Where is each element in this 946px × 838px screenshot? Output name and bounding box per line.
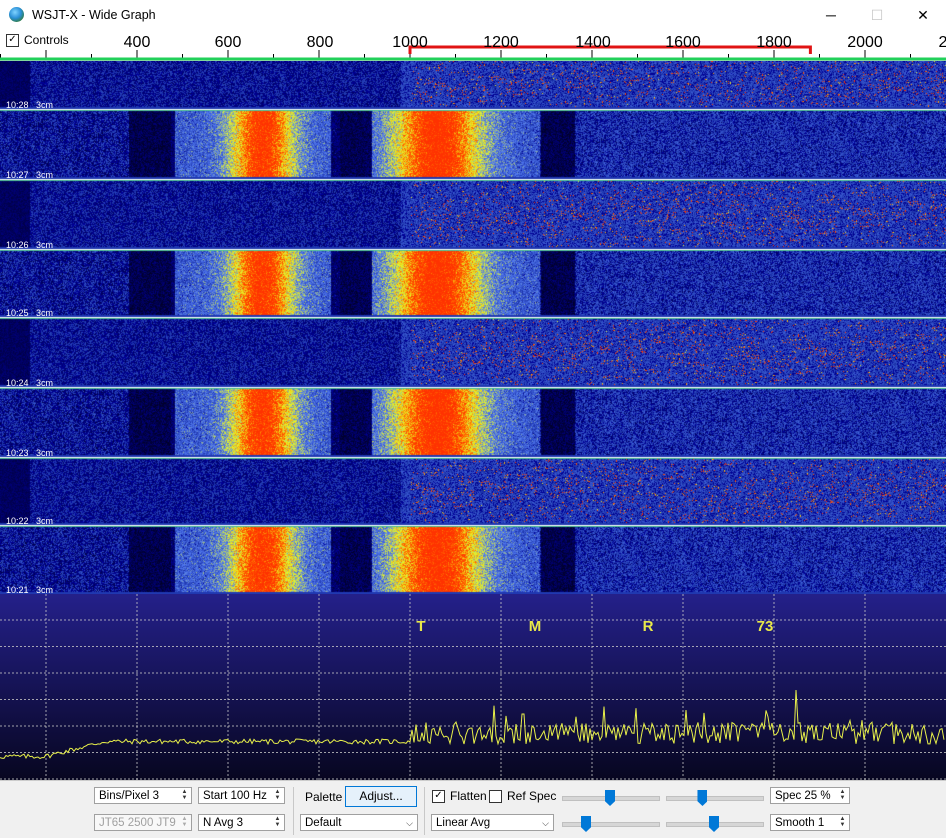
window-title: WSJT-X - Wide Graph xyxy=(32,8,156,22)
separator xyxy=(293,787,294,835)
freq-label-1000: 1000 xyxy=(392,34,428,51)
chevron-down-icon: ⌵ xyxy=(406,818,413,828)
freq-label-1600: 1600 xyxy=(665,34,701,51)
average-mode-combobox[interactable]: Linear Avg ⌵ xyxy=(431,814,554,831)
slider-handle[interactable] xyxy=(605,790,615,806)
minimize-icon: ─ xyxy=(826,7,836,23)
bins-per-pixel-spinbox[interactable]: Bins/Pixel 3 ▲ ▼ xyxy=(94,787,192,804)
spectrum-marker-label: M xyxy=(529,618,542,635)
control-panel: Bins/Pixel 3 ▲ ▼ Start 100 Hz ▲ ▼ JT65 250… xyxy=(0,780,946,838)
waterfall-time-label: 10:24 3cm xyxy=(6,378,54,388)
ref-spec-box-icon xyxy=(489,789,502,803)
spec-percent-value: Spec 25 % xyxy=(775,790,831,802)
n-avg-value: N Avg 3 xyxy=(203,817,244,829)
spectrum-marker-label: R xyxy=(643,618,654,635)
freq-label-edge: 2 xyxy=(938,34,946,51)
chevron-down-icon: ⌵ xyxy=(542,818,549,828)
spinner-arrows-icon[interactable]: ▲ ▼ xyxy=(179,789,190,802)
smooth-value: Smooth 1 xyxy=(775,817,825,829)
ref-spec-checkbox[interactable]: Ref Spec xyxy=(489,789,556,803)
spinner-arrows-icon[interactable]: ▲ ▼ xyxy=(837,816,848,829)
maximize-icon: ☐ xyxy=(870,6,884,23)
spec-percent-spinbox[interactable]: Spec 25 % ▲ ▼ xyxy=(770,787,850,804)
spinner-arrows-icon[interactable]: ▲ ▼ xyxy=(272,816,283,829)
waterfall-time-label: 10:27 3cm xyxy=(6,170,54,180)
freq-label-1800: 1800 xyxy=(756,34,792,51)
slider-handle[interactable] xyxy=(709,816,719,832)
flatten-checkbox[interactable]: ✓ Flatten xyxy=(432,789,487,803)
freq-label-800: 800 xyxy=(306,34,334,51)
n-avg-spinbox[interactable]: N Avg 3 ▲ ▼ xyxy=(198,814,285,831)
spectrum-marker-label: T xyxy=(416,618,425,635)
slider-track xyxy=(562,822,660,827)
jt-mode-spinbox[interactable]: JT65 2500 JT9 ▲ ▼ xyxy=(94,814,192,831)
freq-label-400: 400 xyxy=(123,34,151,51)
jt-mode-value: JT65 2500 JT9 xyxy=(99,817,176,829)
smooth-spinbox[interactable]: Smooth 1 ▲ ▼ xyxy=(770,814,850,831)
close-icon: ✕ xyxy=(917,6,929,23)
ref-spec-label: Ref Spec xyxy=(507,789,557,803)
freq-label-1200: 1200 xyxy=(483,34,519,51)
slider-handle[interactable] xyxy=(581,816,591,832)
minimize-button[interactable]: ─ xyxy=(808,0,854,30)
close-button[interactable]: ✕ xyxy=(900,0,946,30)
start-frequency-value: Start 100 Hz xyxy=(203,790,267,802)
controls-label: Controls xyxy=(24,33,69,47)
spinner-arrows-icon[interactable]: ▲ ▼ xyxy=(272,789,283,802)
average-mode-value: Linear Avg xyxy=(436,817,491,829)
spectrum-display[interactable]: T M R 73 xyxy=(0,594,946,780)
spinner-arrows-icon[interactable]: ▲ ▼ xyxy=(837,789,848,802)
slider-track xyxy=(666,796,764,801)
wsjtx-app-icon xyxy=(9,7,24,22)
palette-label: Palette xyxy=(305,790,343,804)
spectrum-marker-label: 73 xyxy=(757,618,774,635)
start-frequency-spinbox[interactable]: Start 100 Hz ▲ ▼ xyxy=(198,787,285,804)
adjust-palette-button[interactable]: Adjust... xyxy=(345,786,417,807)
waterfall-time-label: 10:28 3cm xyxy=(6,100,54,110)
waterfall-time-label: 10:22 3cm xyxy=(6,516,54,526)
title-bar: WSJT-X - Wide Graph ─ ☐ ✕ xyxy=(0,0,946,30)
separator xyxy=(424,787,425,835)
palette-combobox[interactable]: Default ⌵ xyxy=(300,814,418,831)
freq-label-600: 600 xyxy=(214,34,242,51)
flatten-label: Flatten xyxy=(450,789,487,803)
controls-checkbox[interactable]: ✓ Controls xyxy=(6,33,69,47)
bins-per-pixel-value: Bins/Pixel 3 xyxy=(99,790,160,802)
palette-value: Default xyxy=(305,817,342,829)
flatten-check-icon: ✓ xyxy=(432,789,445,803)
spectrum-plot: T M R 73 xyxy=(0,594,946,780)
spinner-arrows-icon[interactable]: ▲ ▼ xyxy=(179,816,190,829)
maximize-button[interactable]: ☐ xyxy=(854,0,900,30)
waterfall-display[interactable]: 10:28 3cm 10:27 3cm 10:26 3cm 10:25 3cm 10:2… xyxy=(0,61,946,594)
controls-check-icon: ✓ xyxy=(6,33,19,47)
slider-handle[interactable] xyxy=(697,790,708,806)
freq-label-2000: 2000 xyxy=(847,34,883,51)
waterfall-time-label: 10:23 3cm xyxy=(6,448,54,458)
waterfall-time-label: 10:26 3cm xyxy=(6,240,54,250)
waterfall-time-label: 10:25 3cm xyxy=(6,308,54,318)
waterfall-time-label: 10:21 3cm xyxy=(6,585,54,594)
waterfall-canvas xyxy=(0,61,946,594)
freq-label-1400: 1400 xyxy=(575,34,611,51)
